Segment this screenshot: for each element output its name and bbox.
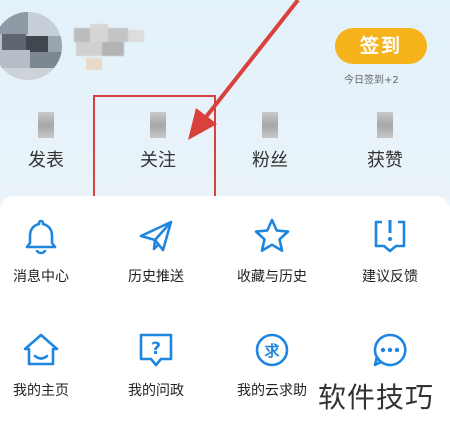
bell-icon (25, 219, 57, 255)
svg-text:求: 求 (264, 342, 280, 360)
star-icon (254, 218, 290, 252)
menu-item-label: 建议反馈 (362, 269, 418, 285)
menu-item-my-inquiries[interactable]: ? 我的问政 (100, 330, 212, 400)
menu-item-history-push[interactable]: 历史推送 (100, 216, 212, 286)
menu-item-my-cloud-help[interactable]: 求 我的云求助 (216, 330, 328, 400)
menu-item-more[interactable] (334, 330, 446, 380)
annotation-arrow-icon (188, 0, 300, 140)
menu-item-label: 收藏与历史 (237, 269, 307, 285)
menu-item-label: 我的云求助 (237, 383, 307, 399)
feedback-icon (374, 220, 406, 253)
svg-text:?: ? (151, 339, 161, 359)
watermark-text: 软件技巧 (318, 376, 435, 416)
menu-item-label: 历史推送 (128, 269, 184, 285)
help-request-icon: 求 (255, 333, 289, 367)
menu-item-my-homepage[interactable]: 我的主页 (0, 330, 97, 400)
question-icon: ? (139, 333, 173, 367)
paper-plane-icon (139, 220, 173, 252)
menu-item-label: 消息中心 (13, 269, 69, 285)
menu-item-label: 我的问政 (128, 383, 184, 399)
more-icon (373, 333, 407, 367)
menu-item-feedback[interactable]: 建议反馈 (334, 216, 446, 286)
menu-item-messages[interactable]: 消息中心 (0, 216, 97, 286)
menu-item-label: 我的主页 (13, 383, 69, 399)
menu-item-favorites-history[interactable]: 收藏与历史 (216, 216, 328, 286)
home-icon (23, 333, 59, 366)
